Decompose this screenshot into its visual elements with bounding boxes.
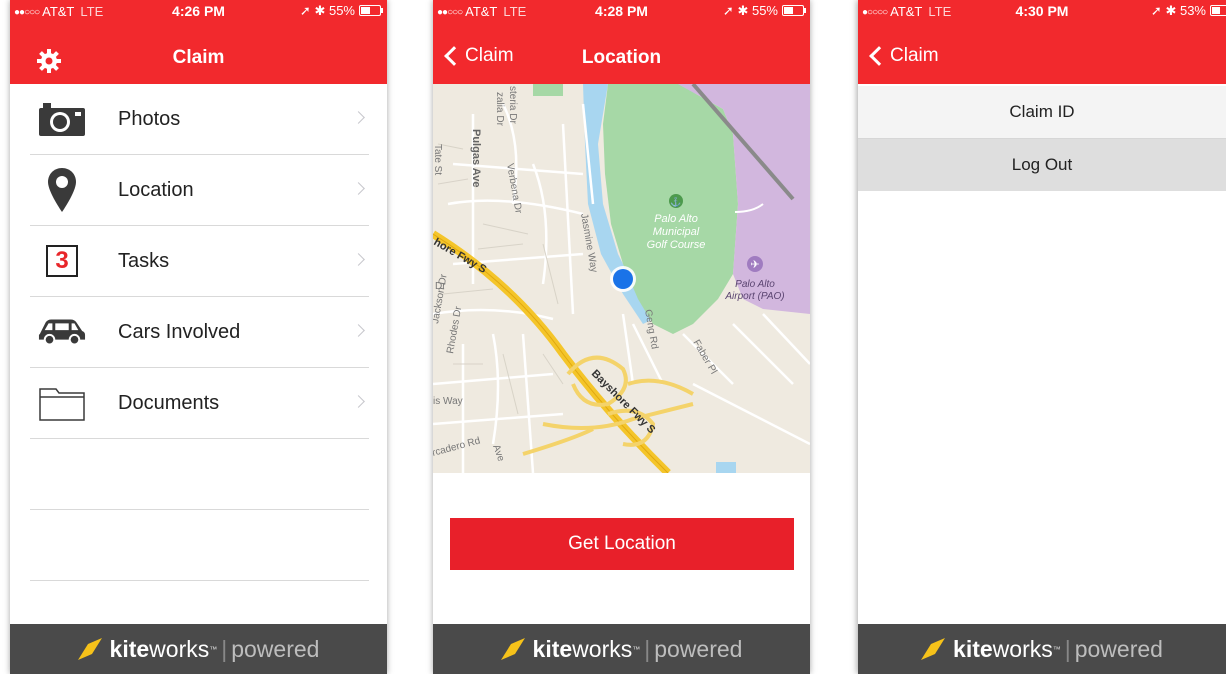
tasks-count-icon: 3: [38, 238, 86, 284]
footer-trademark: ™: [1052, 644, 1061, 654]
footer-separator: |: [221, 635, 228, 662]
map-graphic: Pulgas Ave Verbena Dr Jasmine Way Geng R…: [433, 84, 810, 473]
map-label-steria: steria Dr: [507, 86, 518, 124]
footer-brand-works: works: [149, 635, 210, 662]
status-right: ➚ ✱ 53%: [1151, 3, 1226, 19]
footer-brand-kite: kite: [953, 635, 993, 662]
map-label-isway: is Way: [433, 396, 463, 407]
location-arrow-icon: ➚: [299, 3, 311, 18]
footer-brand-works: works: [992, 635, 1053, 662]
footer-trademark: ™: [632, 644, 641, 654]
nav-bar: ●●○○○ AT&T LTE 4:28 PM ➚ ✱ 55% Claim Loca…: [433, 0, 810, 84]
airplane-icon: ✈: [750, 259, 759, 271]
map-label-airport-line2: Airport (PAO): [724, 291, 784, 302]
car-icon: [38, 309, 86, 355]
menu-item-documents[interactable]: Documents: [30, 368, 369, 439]
footer-separator: |: [644, 635, 651, 662]
folder-icon: [38, 380, 86, 426]
bluetooth-icon: ✱: [314, 3, 326, 18]
claim-id-button[interactable]: Claim ID: [858, 86, 1226, 139]
footer-separator: |: [1064, 635, 1071, 662]
battery-percent: 55%: [751, 3, 778, 18]
menu-item-cars-involved[interactable]: Cars Involved: [30, 297, 369, 368]
map-label-rd: rcadero Rd: [433, 435, 482, 458]
battery-percent: 53%: [1179, 3, 1206, 18]
map-label-faber: Faber Pl: [690, 338, 718, 376]
battery-icon: [782, 5, 806, 16]
map-label-ave: Ave: [490, 443, 506, 463]
status-bar: ●●○○○ AT&T LTE 4:28 PM ➚ ✱ 55%: [433, 0, 810, 22]
map-label-tate: Tate St: [433, 144, 443, 175]
footer-powered: powered: [1074, 635, 1163, 662]
map-label-golf-line3: Golf Course: [647, 239, 706, 251]
battery-icon: [1210, 5, 1226, 16]
tasks-count-badge: 3: [46, 245, 78, 277]
kiteworks-footer: kite works ™ | powered: [858, 624, 1226, 674]
map-label-zalia: zalia Dr: [494, 92, 505, 127]
bluetooth-icon: ✱: [737, 3, 749, 18]
footer-trademark: ™: [209, 644, 218, 654]
menu-item-label: Location: [118, 179, 194, 201]
map-label-airport-line1: Palo Alto: [735, 279, 775, 290]
current-location-dot: [610, 266, 636, 292]
kiteworks-logo-icon: [921, 638, 946, 660]
chevron-right-icon: [352, 324, 365, 337]
map-label-freeway-1: hore Fwy S: [433, 236, 488, 276]
map-label-golf-line2: Municipal: [653, 226, 700, 238]
map-label-pulgas: Pulgas Ave: [470, 129, 482, 188]
map-label-golf-line1: Palo Alto: [654, 213, 698, 225]
menu-item-label: Tasks: [118, 250, 170, 272]
status-bar: ●○○○○ AT&T LTE 4:30 PM ➚ ✱ 53%: [858, 0, 1226, 22]
menu-item-photos[interactable]: Photos: [30, 84, 369, 155]
battery-icon: [359, 5, 383, 16]
bluetooth-icon: ✱: [1165, 3, 1177, 18]
back-button[interactable]: Claim: [868, 45, 939, 67]
camera-icon: [38, 96, 86, 142]
footer-brand-kite: kite: [532, 635, 573, 662]
get-location-button[interactable]: Get Location: [450, 518, 794, 570]
empty-row: [30, 510, 369, 581]
chevron-right-icon: [352, 253, 365, 266]
status-right: ➚ ✱ 55%: [722, 3, 806, 19]
menu-item-label: Documents: [118, 392, 220, 414]
map-view[interactable]: Pulgas Ave Verbena Dr Jasmine Way Geng R…: [433, 84, 810, 473]
menu-item-label: Cars Involved: [118, 321, 241, 343]
status-bar: ●●○○○ AT&T LTE 4:26 PM ➚ ✱ 55%: [10, 0, 387, 22]
footer-brand-kite: kite: [109, 635, 150, 662]
map-label-dr: Dr: [435, 281, 446, 292]
claim-menu: Photos Location 3 Tasks Cars Involved Do…: [30, 84, 369, 581]
golf-icon: ⚓: [670, 196, 681, 207]
footer-brand-works: works: [572, 635, 633, 662]
claim-settings-screen: ●○○○○ AT&T LTE 4:30 PM ➚ ✱ 53% Claim Clai…: [858, 0, 1226, 674]
chevron-right-icon: [352, 111, 365, 124]
location-arrow-icon: ➚: [1150, 3, 1162, 18]
footer-powered: powered: [654, 635, 743, 662]
chevron-right-icon: [352, 395, 365, 408]
chevron-right-icon: [352, 182, 365, 195]
back-label: Claim: [890, 45, 939, 66]
menu-item-tasks[interactable]: 3 Tasks: [30, 226, 369, 297]
chevron-left-icon: [869, 46, 889, 66]
kiteworks-logo-icon: [500, 638, 525, 660]
location-screen: ●●○○○ AT&T LTE 4:28 PM ➚ ✱ 55% Claim Loca…: [433, 0, 810, 674]
page-title: Claim: [172, 47, 225, 68]
nav-bar: ●●○○○ AT&T LTE 4:26 PM ➚ ✱ 55% Claim: [10, 0, 387, 84]
log-out-button[interactable]: Log Out: [858, 139, 1226, 191]
kiteworks-logo-icon: [77, 638, 102, 660]
menu-item-location[interactable]: Location: [30, 155, 369, 226]
status-right: ➚ ✱ 55%: [299, 3, 383, 19]
battery-percent: 55%: [328, 3, 355, 18]
footer-powered: powered: [231, 635, 320, 662]
kiteworks-footer: kite works ™ | powered: [10, 624, 387, 674]
menu-item-label: Photos: [118, 108, 181, 130]
page-title: Location: [581, 47, 662, 68]
kiteworks-footer: kite works ™ | powered: [433, 624, 810, 674]
map-pin-icon: [38, 167, 86, 213]
location-arrow-icon: ➚: [722, 3, 734, 18]
nav-bar: ●○○○○ AT&T LTE 4:30 PM ➚ ✱ 53% Claim: [858, 0, 1226, 84]
empty-row: [30, 439, 369, 510]
claim-screen: ●●○○○ AT&T LTE 4:26 PM ➚ ✱ 55% Claim Pho…: [10, 0, 387, 674]
